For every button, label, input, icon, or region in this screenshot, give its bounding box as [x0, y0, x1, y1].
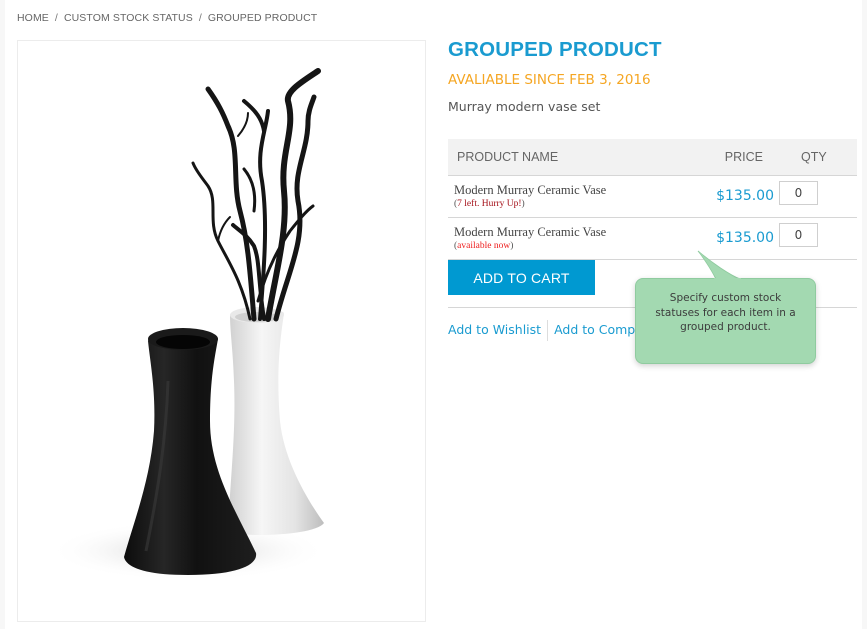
white-vase — [228, 309, 324, 535]
breadcrumb-current: GROUPED PRODUCT — [207, 12, 318, 24]
column-header-product-name: PRODUCT NAME — [448, 139, 659, 176]
availability-date: AVALIABLE SINCE FEB 3, 2016 — [448, 72, 651, 88]
vase-illustration — [48, 68, 328, 581]
add-to-cart-button[interactable]: ADD TO CART — [448, 260, 595, 295]
column-header-qty: QTY — [779, 139, 857, 176]
add-to-wishlist-link[interactable]: Add to Wishlist — [448, 322, 541, 337]
product-name: Modern Murray Ceramic Vase — [454, 224, 607, 239]
table-row: Modern Murray Ceramic Vase (available no… — [448, 217, 857, 260]
callout-tooltip: Specify custom stock statuses for each i… — [635, 278, 816, 364]
qty-input[interactable] — [779, 181, 818, 205]
product-description: Murray modern vase set — [448, 99, 601, 114]
stock-status-text: 7 left. Hurry Up! — [457, 198, 522, 209]
product-links: Add to Wishlist Add to Compare — [448, 320, 655, 341]
page-edge — [862, 0, 867, 629]
breadcrumb-separator: / — [54, 12, 58, 24]
product-name: Modern Murray Ceramic Vase — [454, 182, 607, 197]
tooltip-text: Specify custom stock statuses for each i… — [655, 292, 796, 333]
breadcrumb-separator: / — [198, 12, 202, 24]
product-title: GROUPED PRODUCT — [448, 38, 662, 61]
grouped-products-table: PRODUCT NAME PRICE QTY Modern Murray Cer… — [448, 139, 857, 260]
status-paren: ) — [510, 240, 514, 251]
product-name-cell: Modern Murray Ceramic Vase (7 left. Hurr… — [448, 175, 659, 218]
breadcrumb: HOME / CUSTOM STOCK STATUS / GROUPED PRODUCT — [17, 12, 317, 24]
breadcrumb-custom-stock-status[interactable]: CUSTOM STOCK STATUS — [64, 12, 193, 24]
stock-status: (available now) — [454, 240, 659, 252]
product-name-cell: Modern Murray Ceramic Vase (available no… — [448, 217, 659, 260]
qty-cell — [779, 217, 857, 260]
stock-status-text: available now — [457, 240, 511, 251]
product-info: GROUPED PRODUCT AVALIABLE SINCE FEB 3, 2… — [448, 38, 857, 114]
qty-input[interactable] — [779, 223, 818, 247]
qty-cell — [779, 175, 857, 218]
product-price: $135.00 — [659, 175, 779, 218]
table-header-row: PRODUCT NAME PRICE QTY — [448, 139, 857, 176]
table-row: Modern Murray Ceramic Vase (7 left. Hurr… — [448, 175, 857, 218]
link-divider — [547, 320, 549, 341]
column-header-price: PRICE — [659, 139, 779, 176]
status-paren: ) — [521, 198, 525, 209]
product-image[interactable] — [17, 40, 426, 622]
breadcrumb-home[interactable]: HOME — [17, 12, 49, 24]
stock-status: (7 left. Hurry Up!) — [454, 198, 659, 210]
branches — [191, 68, 321, 322]
